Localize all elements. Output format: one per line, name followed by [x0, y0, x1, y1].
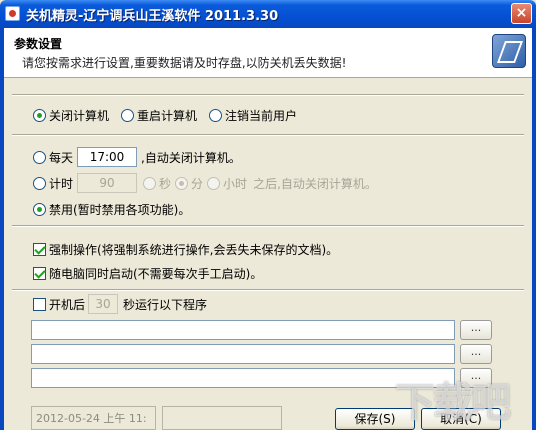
daily-row: 每天 17:00 ,自动关闭计算机。: [33, 147, 241, 167]
startup-suffix: 秒运行以下程序: [123, 297, 208, 312]
autostart-row: 随电脑同时启动(不需要每次手工启动)。: [33, 265, 262, 282]
separator-mode: [12, 134, 524, 136]
daily-suffix: ,自动关闭计算机。: [141, 150, 241, 165]
header-title: 参数设置: [14, 37, 63, 51]
startup-program-row: 开机后 30 秒运行以下程序: [33, 294, 207, 314]
daily-time-input[interactable]: 17:00: [77, 147, 138, 167]
close-button[interactable]: ×: [511, 3, 532, 24]
save-button[interactable]: 保存(S): [335, 408, 415, 430]
window-frame-right: [532, 28, 536, 430]
radio-logoff-label[interactable]: 注销当前用户: [225, 107, 297, 124]
radio-unit-seconds[interactable]: [143, 176, 157, 190]
title-bar[interactable]: 关机精灵-辽宁调兵山王溪软件 2011.3.30 ×: [0, 0, 536, 28]
timer-value-input[interactable]: 90: [77, 173, 138, 193]
settings-banner-icon: [492, 34, 526, 68]
autostart-label[interactable]: 随电脑同时启动(不需要每次手工启动)。: [49, 265, 262, 282]
program-path-input-2[interactable]: [31, 344, 455, 364]
disable-row: 禁用(暂时禁用各项功能)。: [33, 201, 190, 218]
startup-seconds-input[interactable]: 30: [88, 294, 119, 314]
radio-unit-hours[interactable]: [207, 176, 221, 190]
radio-restart[interactable]: [121, 109, 135, 122]
mode-row: 关闭计算机 重启计算机 注销当前用户: [33, 107, 303, 124]
header-panel: 参数设置 请您按需求进行设置,重要数据请及时存盘,以防关机丢失数据!: [4, 28, 532, 78]
app-icon: [5, 6, 20, 21]
unit-hours-label: 小时: [223, 176, 248, 191]
radio-timer[interactable]: [33, 176, 46, 190]
radio-restart-label[interactable]: 重启计算机: [137, 107, 197, 124]
window-frame-left: [0, 28, 4, 430]
radio-daily[interactable]: [33, 150, 46, 164]
window-title: 关机精灵-辽宁调兵山王溪软件 2011.3.30: [26, 9, 279, 24]
radio-shutdown-label[interactable]: 关闭计算机: [49, 107, 109, 124]
timer-suffix: 之后,自动关闭计算机。: [253, 176, 377, 191]
separator-options: [12, 289, 524, 291]
browse-button-3[interactable]: ...: [460, 368, 492, 388]
status-box-2: [162, 406, 282, 430]
status-datetime: 2012-05-24 上午 11:: [31, 406, 156, 430]
browse-button-2[interactable]: ...: [460, 344, 492, 364]
radio-shutdown[interactable]: [33, 109, 46, 122]
program-path-input-3[interactable]: [31, 368, 455, 388]
startup-program-checkbox[interactable]: [33, 297, 46, 311]
force-checkbox[interactable]: [33, 243, 46, 256]
timer-row: 计时 90 秒 分 小时 之后,自动关闭计算机。: [33, 173, 377, 193]
timer-label[interactable]: 计时: [49, 175, 73, 192]
radio-unit-minutes[interactable]: [175, 176, 189, 190]
force-row: 强制操作(将强制系统进行操作,会丢失未保存的文档)。: [33, 241, 338, 258]
force-label[interactable]: 强制操作(将强制系统进行操作,会丢失未保存的文档)。: [49, 241, 338, 258]
autostart-checkbox[interactable]: [33, 267, 46, 280]
cancel-button[interactable]: 取消(C): [421, 408, 501, 430]
separator-schedule: [12, 225, 524, 227]
daily-label[interactable]: 每天: [49, 149, 73, 166]
startup-prefix[interactable]: 开机后: [49, 296, 85, 313]
browse-button-1[interactable]: ...: [460, 320, 492, 340]
radio-logoff[interactable]: [209, 109, 223, 122]
separator-top: [12, 94, 524, 96]
unit-minutes-label: 分: [191, 176, 204, 191]
program-path-input-1[interactable]: [31, 320, 455, 340]
disable-label[interactable]: 禁用(暂时禁用各项功能)。: [49, 201, 190, 218]
header-subtitle: 请您按需求进行设置,重要数据请及时存盘,以防关机丢失数据!: [22, 56, 347, 70]
radio-disable[interactable]: [33, 203, 46, 216]
unit-seconds-label: 秒: [159, 176, 172, 191]
